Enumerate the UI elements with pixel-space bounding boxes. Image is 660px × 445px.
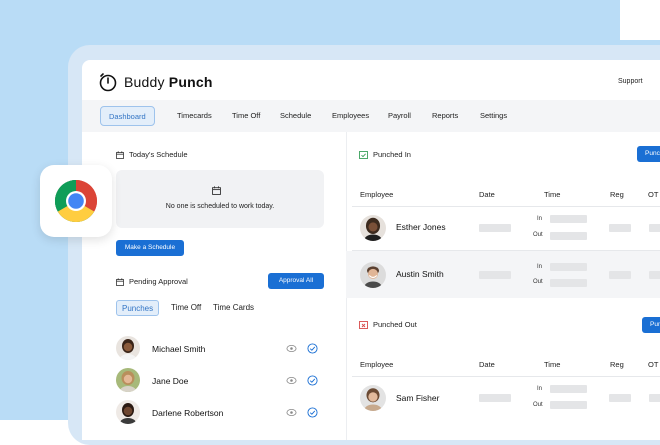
chrome-logo-icon [54,180,98,223]
person-name: Michael Smith [152,344,206,354]
header-divider [352,206,660,207]
brand-logo[interactable]: Buddy Punch [98,72,213,92]
column-header-time: Time [544,360,561,369]
time-out-placeholder [550,232,587,240]
punch-in-calendar-icon [359,151,368,159]
avatar [116,368,140,392]
column-header-employee: Employee [360,360,394,369]
eye-icon[interactable] [286,375,297,386]
main-nav: Dashboard Timecards Time Off Schedule Em… [82,100,660,132]
list-item: Michael Smith [116,336,326,364]
calendar-clock-icon [212,186,221,195]
date-placeholder [479,394,511,402]
tab-time-cards[interactable]: Time Cards [213,303,254,312]
nav-dashboard[interactable]: Dashboard [100,106,155,126]
date-placeholder [479,271,511,279]
avatar [360,215,386,241]
in-label: In [537,386,543,392]
nav-timecards[interactable]: Timecards [177,111,212,120]
column-header-reg: Reg [610,360,624,369]
todays-schedule-title: Today's Schedule [116,150,188,159]
eye-icon[interactable] [286,343,297,354]
tab-time-off[interactable]: Time Off [171,303,201,312]
column-header-ot: OT [648,190,659,199]
column-header-date: Date [479,360,495,369]
person-name: Darlene Robertson [152,408,224,418]
ot-placeholder [649,224,660,232]
approve-check-icon[interactable] [307,407,318,418]
approve-check-icon[interactable] [307,375,318,386]
nav-schedule[interactable]: Schedule [280,111,311,120]
ot-placeholder [649,271,660,279]
avatar [360,262,386,288]
punch-out-calendar-icon [359,321,368,329]
ot-placeholder [649,394,660,402]
approve-check-icon[interactable] [307,343,318,354]
person-name: Jane Doe [152,376,189,386]
list-item: Darlene Robertson [116,400,326,428]
list-item: Jane Doe [116,368,326,396]
date-placeholder [479,224,511,232]
time-in-placeholder [550,385,587,393]
eye-icon[interactable] [286,407,297,418]
time-out-placeholder [550,401,587,409]
employee-name: Austin Smith [396,269,444,279]
avatar [116,336,140,360]
reg-placeholder [609,394,631,402]
column-header-ot: OT [648,360,659,369]
punched-in-title: Punched In [359,150,411,159]
approve-all-button[interactable]: Approval All [268,273,324,289]
employee-name: Sam Fisher [396,393,440,403]
app-window: Buddy Punch Support Dashboard Timecards … [82,60,660,440]
employee-name: Esther Jones [396,222,446,232]
time-in-placeholder [550,263,587,271]
nav-reports[interactable]: Reports [432,111,458,120]
out-label: Out [533,232,543,238]
nav-employees[interactable]: Employees [332,111,369,120]
make-schedule-button[interactable]: Make a Schedule [116,240,184,256]
column-header-date: Date [479,190,495,199]
brand-name: Buddy Punch [124,74,213,90]
punched-out-title: Punched Out [359,320,417,329]
empty-schedule-message: No one is scheduled to work today. [165,203,275,210]
time-in-placeholder [550,215,587,223]
calendar-icon [116,277,124,286]
avatar [360,385,386,411]
nav-time-off[interactable]: Time Off [232,111,260,120]
chrome-badge [40,165,112,237]
stopwatch-icon [99,73,117,92]
punch-in-button[interactable]: Punc [637,146,660,162]
empty-schedule-box: No one is scheduled to work today. [116,170,324,228]
column-header-time: Time [544,190,561,199]
calendar-icon [116,150,124,159]
header-divider [352,376,660,377]
out-label: Out [533,402,543,408]
reg-placeholder [609,271,631,279]
nav-payroll[interactable]: Payroll [388,111,411,120]
support-link[interactable]: Support [618,78,643,85]
tab-punches[interactable]: Punches [116,300,160,316]
avatar [116,400,140,424]
column-header-reg: Reg [610,190,624,199]
nav-settings[interactable]: Settings [480,111,507,120]
in-label: In [537,264,543,270]
reg-placeholder [609,224,631,232]
column-header-employee: Employee [360,190,394,199]
out-label: Out [533,279,543,285]
pending-approval-title: Pending Approval [116,277,188,286]
time-out-placeholder [550,279,587,287]
in-label: In [537,216,543,222]
punch-out-button[interactable]: Pun [642,317,660,333]
